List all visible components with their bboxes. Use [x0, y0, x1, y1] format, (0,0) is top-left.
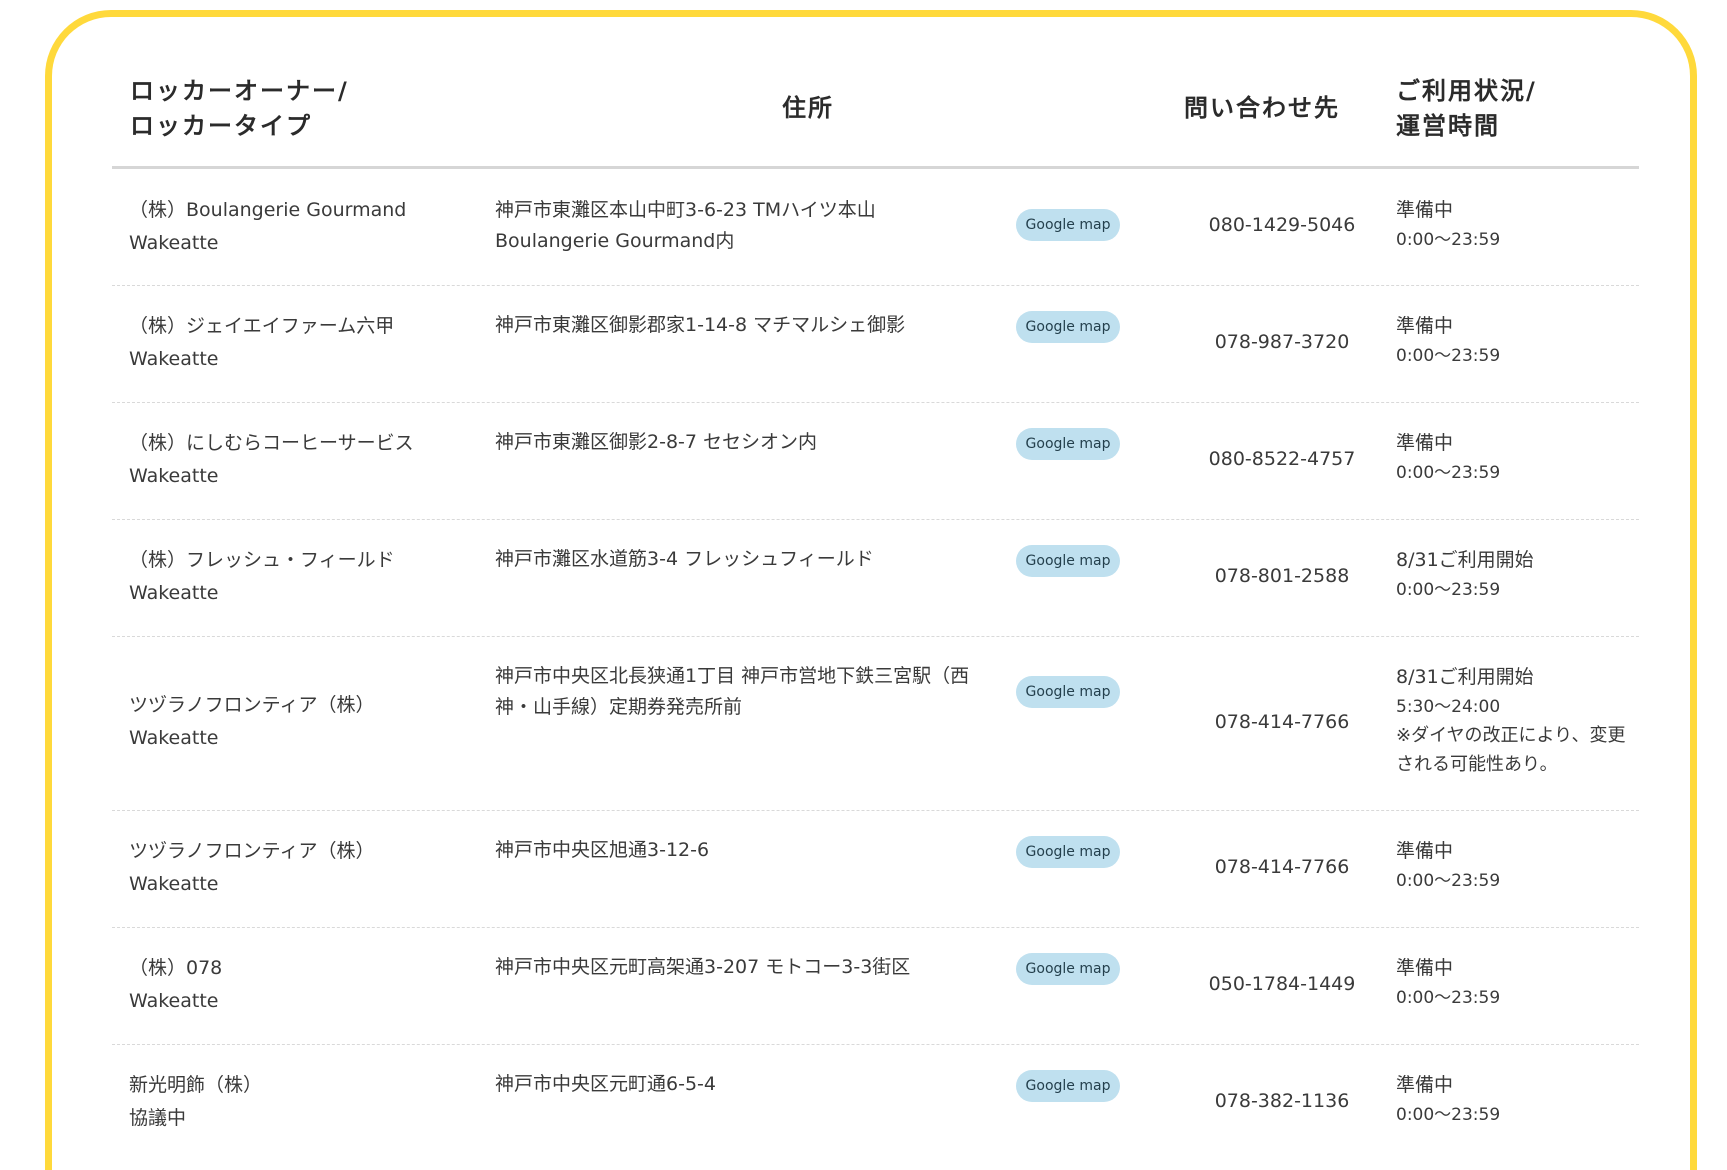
phone-number: 078-987-3720	[1214, 331, 1350, 353]
address-cell: 神戸市中央区旭通3-12-6	[495, 839, 710, 861]
owner-cell: （株）にしむらコーヒーサービス Wakeatte	[129, 427, 459, 493]
owner-cell: （株）078 Wakeatte	[129, 952, 459, 1018]
phone-number: 078-414-7766	[1214, 856, 1350, 878]
google-map-button[interactable]: Google map	[1016, 209, 1120, 241]
phone-number: 078-801-2588	[1214, 565, 1350, 587]
owner-cell: ツヅラノフロンティア（株） Wakeatte	[129, 689, 459, 755]
status-cell: 準備中 0:00〜23:59	[1396, 194, 1631, 254]
table-header: ロッカーオーナー/ ロッカータイプ 住所 問い合わせ先 ご利用状況/ 運営時間	[112, 58, 1639, 169]
header-address: 住所	[782, 94, 834, 122]
owner-name: ツヅラノフロンティア（株）	[129, 840, 375, 862]
owner-name: （株）Boulangerie Gourmand	[129, 199, 407, 221]
locker-type: Wakeatte	[129, 582, 219, 604]
status-text: 準備中	[1396, 957, 1454, 979]
hours-text: 0:00〜23:59	[1396, 463, 1501, 483]
status-text: 準備中	[1396, 315, 1454, 337]
status-cell: 準備中 0:00〜23:59	[1396, 427, 1631, 487]
address-cell: 神戸市中央区元町通6-5-4	[495, 1073, 716, 1095]
google-map-button[interactable]: Google map	[1016, 676, 1120, 708]
status-cell: 8/31ご利用開始 5:30〜24:00 ※ダイヤの改正により、変更される可能性…	[1396, 661, 1631, 779]
header-status-line1: ご利用状況/	[1396, 77, 1537, 105]
address-cell: 神戸市東灘区御影郡家1-14-8 マチマルシェ御影	[495, 314, 906, 336]
hours-text: 0:00〜23:59	[1396, 580, 1501, 600]
locker-type: Wakeatte	[129, 348, 219, 370]
owner-cell: （株）フレッシュ・フィールド Wakeatte	[129, 544, 459, 610]
status-text: 準備中	[1396, 840, 1454, 862]
locker-type: Wakeatte	[129, 727, 219, 749]
locker-type: Wakeatte	[129, 465, 219, 487]
owner-cell: （株）ジェイエイファーム六甲 Wakeatte	[129, 310, 459, 376]
owner-name: （株）にしむらコーヒーサービス	[129, 432, 414, 454]
phone-number: 050-1784-1449	[1208, 973, 1356, 995]
status-text: 8/31ご利用開始	[1396, 549, 1534, 571]
address-cell: 神戸市中央区元町高架通3-207 モトコー3-3街区	[495, 956, 911, 978]
table-row: （株）Boulangerie Gourmand Wakeatte 神戸市東灘区本…	[112, 169, 1639, 286]
header-status-line2: 運営時間	[1396, 112, 1500, 140]
address-cell: 神戸市東灘区本山中町3-6-23 TMハイツ本山 Boulangerie Gou…	[495, 199, 876, 252]
hours-text: 5:30〜24:00	[1396, 697, 1501, 717]
locker-type: 協議中	[129, 1107, 187, 1129]
locker-type: Wakeatte	[129, 232, 219, 254]
google-map-button[interactable]: Google map	[1016, 953, 1120, 985]
hours-text: 0:00〜23:59	[1396, 230, 1501, 250]
table-row: （株）ジェイエイファーム六甲 Wakeatte 神戸市東灘区御影郡家1-14-8…	[112, 286, 1639, 403]
status-cell: 8/31ご利用開始 0:00〜23:59	[1396, 544, 1631, 604]
hours-text: 0:00〜23:59	[1396, 871, 1501, 891]
status-text: 準備中	[1396, 432, 1454, 454]
google-map-button[interactable]: Google map	[1016, 428, 1120, 460]
status-text: 準備中	[1396, 1074, 1454, 1096]
owner-name: （株）フレッシュ・フィールド	[129, 549, 395, 571]
table-row: （株）フレッシュ・フィールド Wakeatte 神戸市灘区水道筋3-4 フレッシ…	[112, 520, 1639, 637]
locker-type: Wakeatte	[129, 873, 219, 895]
google-map-button[interactable]: Google map	[1016, 311, 1120, 343]
schedule-note: ※ダイヤの改正により、変更される可能性あり。	[1396, 725, 1626, 775]
owner-name: 新光明飾（株）	[129, 1074, 263, 1096]
table-row: 新光明飾（株） 協議中 神戸市中央区元町通6-5-4 Google map 07…	[112, 1045, 1639, 1162]
address-cell: 神戸市中央区北長狭通1丁目 神戸市営地下鉄三宮駅（西神・山手線）定期券発売所前	[495, 665, 970, 718]
address-cell: 神戸市東灘区御影2-8-7 セセシオン内	[495, 431, 818, 453]
hours-text: 0:00〜23:59	[1396, 346, 1501, 366]
header-owner-line2: ロッカータイプ	[130, 112, 312, 140]
phone-number: 080-1429-5046	[1208, 214, 1356, 236]
google-map-button[interactable]: Google map	[1016, 545, 1120, 577]
table-row: （株）にしむらコーヒーサービス Wakeatte 神戸市東灘区御影2-8-7 セ…	[112, 403, 1639, 520]
status-cell: 準備中 0:00〜23:59	[1396, 952, 1631, 1012]
table-row: ツヅラノフロンティア（株） Wakeatte 神戸市中央区北長狭通1丁目 神戸市…	[112, 637, 1639, 811]
owner-name: ツヅラノフロンティア（株）	[129, 694, 375, 716]
status-text: 8/31ご利用開始	[1396, 666, 1534, 688]
address-cell: 神戸市灘区水道筋3-4 フレッシュフィールド	[495, 548, 874, 570]
owner-name: （株）ジェイエイファーム六甲	[129, 315, 395, 337]
header-owner: ロッカーオーナー/ ロッカータイプ	[130, 74, 349, 144]
owner-cell: （株）Boulangerie Gourmand Wakeatte	[129, 194, 459, 260]
table-row: ツヅラノフロンティア（株） Wakeatte 神戸市中央区旭通3-12-6 Go…	[112, 811, 1639, 928]
owner-cell: ツヅラノフロンティア（株） Wakeatte	[129, 835, 459, 901]
owner-name: （株）078	[129, 957, 223, 979]
google-map-button[interactable]: Google map	[1016, 1070, 1120, 1102]
google-map-button[interactable]: Google map	[1016, 836, 1120, 868]
phone-number: 078-414-7766	[1214, 711, 1350, 733]
phone-number: 080-8522-4757	[1208, 448, 1356, 470]
table-row: （株）078 Wakeatte 神戸市中央区元町高架通3-207 モトコー3-3…	[112, 928, 1639, 1045]
locker-type: Wakeatte	[129, 990, 219, 1012]
hours-text: 0:00〜23:59	[1396, 988, 1501, 1008]
status-cell: 準備中 0:00〜23:59	[1396, 310, 1631, 370]
phone-number: 078-382-1136	[1214, 1090, 1350, 1112]
header-contact: 問い合わせ先	[1184, 94, 1340, 122]
status-cell: 準備中 0:00〜23:59	[1396, 835, 1631, 895]
header-status: ご利用状況/ 運営時間	[1396, 74, 1537, 144]
locker-table: ロッカーオーナー/ ロッカータイプ 住所 問い合わせ先 ご利用状況/ 運営時間 …	[112, 58, 1639, 1162]
owner-cell: 新光明飾（株） 協議中	[129, 1069, 459, 1135]
header-owner-line1: ロッカーオーナー/	[130, 77, 349, 105]
status-text: 準備中	[1396, 199, 1454, 221]
status-cell: 準備中 0:00〜23:59	[1396, 1069, 1631, 1129]
